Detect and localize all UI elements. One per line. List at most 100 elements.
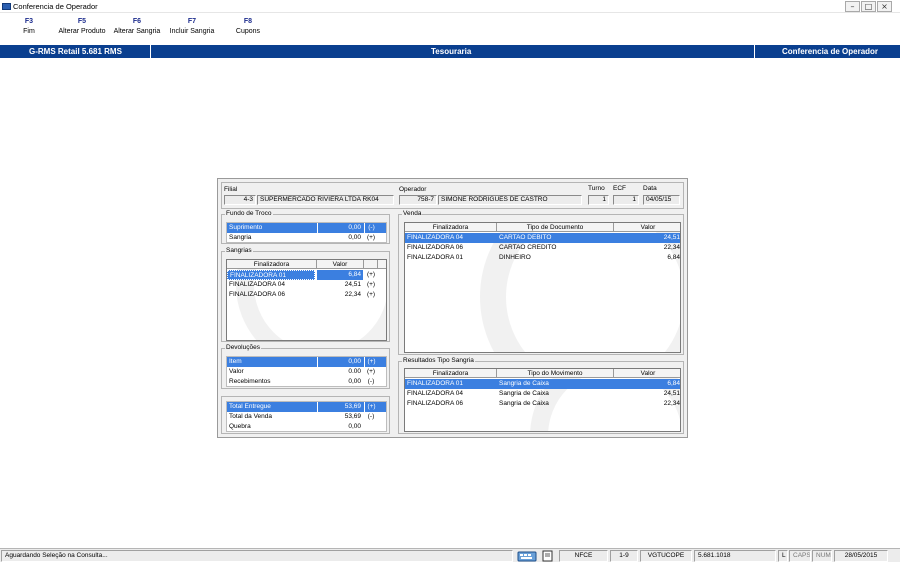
list-item[interactable]: Item 0,00 (+) <box>227 357 386 367</box>
sangrias-group: Sangrias Finalizadora Valor FINALIZADORA… <box>221 247 390 342</box>
cell-finalizadora: FINALIZADORA 04 <box>407 390 463 397</box>
cell-finalizadora: FINALIZADORA 06 <box>407 244 463 251</box>
column-header[interactable] <box>364 260 378 269</box>
list-item[interactable]: Suprimento 0,00 (-) <box>227 223 386 233</box>
row-sign: (-) <box>367 413 375 420</box>
column-header[interactable]: Valor <box>614 223 680 232</box>
document-icon[interactable] <box>541 550 555 562</box>
column-header[interactable]: Tipo do Movimento <box>497 369 614 378</box>
column-header[interactable]: Tipo de Documento <box>497 223 614 232</box>
window-title: Conferencia de Operador <box>13 2 98 11</box>
row-value: 0.00 <box>348 368 361 375</box>
devolucoes-title: Devoluções <box>225 344 261 351</box>
row-label: Total Entregue <box>229 403 271 410</box>
filial-name-field: SUPERMERCADO RIVIERA LTDA RK04 <box>257 195 394 205</box>
row-label: Total da Venda <box>229 413 273 420</box>
resultados-sangria-title: Resultados Tipo Sangria <box>402 357 475 364</box>
cell-tipo-documento: CARTAO CREDITO <box>499 244 557 251</box>
data-label: Data <box>643 185 657 192</box>
fkey-incluir-sangria-button[interactable]: F7 Incluir Sangria <box>167 18 217 35</box>
cell-valor: 24,51 <box>663 390 680 397</box>
totais-list[interactable]: Total Entregue 53,69 (+) Total da Venda … <box>226 401 387 432</box>
fkey-alterar-sangria-button[interactable]: F6 Alterar Sangria <box>112 18 162 35</box>
table-row[interactable]: FINALIZADORA 01 6,84 (+) <box>227 270 386 280</box>
turno-label: Turno <box>588 185 605 192</box>
devolucoes-list[interactable]: Item 0,00 (+) Valor 0.00 (+) Recebimento… <box>226 356 387 387</box>
cell-tipo-movimento: Sangria de Caixa <box>499 400 549 407</box>
column-header[interactable]: Finalizadora <box>227 260 317 269</box>
table-row[interactable]: FINALIZADORA 04 24,51 (+) <box>227 280 386 290</box>
cell-valor: 22,34 <box>663 244 680 251</box>
cell-sign: (+) <box>366 281 376 288</box>
status-bar: Aguardando Seleção na Consulta... NFCE 1… <box>0 548 900 562</box>
maximize-icon[interactable]: □ <box>861 1 876 12</box>
sangrias-table[interactable]: Finalizadora Valor FINALIZADORA 01 6,84 … <box>226 259 387 341</box>
minimize-icon[interactable]: – <box>845 1 860 12</box>
cell-finalizadora: FINALIZADORA 04 <box>407 234 463 241</box>
operador-code-field: 758-7 <box>399 195 437 205</box>
function-key-toolbar: F3 Fim F5 Alterar Produto F6 Alterar San… <box>0 14 900 44</box>
status-l: L <box>778 550 788 562</box>
fkey-code: F7 <box>187 18 197 25</box>
row-value: 53,69 <box>344 413 361 420</box>
keyboard-icon[interactable] <box>517 550 537 562</box>
row-label: Recebimentos <box>229 378 271 385</box>
cell-tipo-movimento: Sangria de Caixa <box>499 390 549 397</box>
column-header[interactable]: Valor <box>317 260 364 269</box>
column-header[interactable]: Finalizadora <box>405 223 497 232</box>
turno-field: 1 <box>588 195 609 205</box>
cell-valor: 6,84 <box>667 380 680 387</box>
fkey-code: F6 <box>132 18 142 25</box>
list-item[interactable]: Total Entregue 53,69 (+) <box>227 402 386 412</box>
cell-finalizadora: FINALIZADORA 01 <box>227 270 315 280</box>
cell-finalizadora: FINALIZADORA 01 <box>407 380 463 387</box>
close-icon[interactable]: × <box>877 1 892 12</box>
list-item[interactable]: Recebimentos 0,00 (-) <box>227 377 386 386</box>
devolucoes-group: Devoluções Item 0,00 (+) Valor 0.00 (+) … <box>221 344 390 389</box>
venda-table[interactable]: Finalizadora Tipo de Documento Valor FIN… <box>404 222 681 353</box>
fundo-troco-list[interactable]: Suprimento 0,00 (-) Sangria 0,00 (+) <box>226 222 387 243</box>
table-row[interactable]: FINALIZADORA 04 Sangria de Caixa 24,51 <box>405 389 680 399</box>
row-label: Sangria <box>229 234 252 241</box>
cell-sign: (+) <box>366 271 376 278</box>
resultados-sangria-group: Resultados Tipo Sangria Finalizadora Tip… <box>398 357 684 434</box>
screen-name: Conferencia de Operador <box>782 47 879 56</box>
header-divider <box>754 45 755 58</box>
fkey-alterar-produto-button[interactable]: F5 Alterar Produto <box>56 18 108 35</box>
resultados-sangria-table[interactable]: Finalizadora Tipo do Movimento Valor FIN… <box>404 368 681 432</box>
table-row[interactable]: FINALIZADORA 04 CARTAO DEBITO 24,51 <box>405 233 680 243</box>
table-row[interactable]: FINALIZADORA 01 Sangria de Caixa 6,84 <box>405 379 680 389</box>
fkey-label: Cupons <box>235 28 261 35</box>
table-row[interactable]: FINALIZADORA 06 22,34 (+) <box>227 290 386 300</box>
row-value: 0,00 <box>348 378 361 385</box>
cell-valor: 6,84 <box>667 254 680 261</box>
fkey-cupons-button[interactable]: F8 Cupons <box>232 18 264 35</box>
table-row[interactable]: FINALIZADORA 06 Sangria de Caixa 22,34 <box>405 399 680 409</box>
column-header[interactable]: Valor <box>614 369 680 378</box>
ecf-label: ECF <box>613 185 626 192</box>
status-version: 5.681.1018 <box>694 550 776 562</box>
list-item[interactable]: Total da Venda 53,69 (-) <box>227 412 386 422</box>
fkey-fim-button[interactable]: F3 Fim <box>18 18 40 35</box>
cell-finalizadora: FINALIZADORA 04 <box>229 281 285 288</box>
list-item[interactable]: Quebra 0,00 <box>227 422 386 431</box>
fkey-code: F5 <box>77 18 87 25</box>
row-label: Suprimento <box>229 224 263 231</box>
status-message: Aguardando Seleção na Consulta... <box>1 550 513 562</box>
table-row[interactable]: FINALIZADORA 01 DINHEIRO 6,84 <box>405 253 680 263</box>
status-num: NUM <box>812 550 832 562</box>
cell-tipo-documento: DINHEIRO <box>499 254 531 261</box>
column-header[interactable]: Finalizadora <box>405 369 497 378</box>
status-loja: 1-9 <box>610 550 638 562</box>
operador-name-field: SIMONE RODRIGUES DE CASTRO <box>438 195 582 205</box>
cell-sign: (+) <box>366 291 376 298</box>
section-name: Tesouraria <box>431 47 472 56</box>
sangrias-title: Sangrias <box>225 247 253 254</box>
list-item[interactable]: Valor 0.00 (+) <box>227 367 386 377</box>
list-item[interactable]: Sangria 0,00 (+) <box>227 233 386 242</box>
status-user: VGTUCOPE <box>640 550 692 562</box>
fkey-label: Alterar Sangria <box>113 28 161 35</box>
row-value: 0,00 <box>348 423 361 430</box>
cell-valor: 6,84 <box>317 270 363 280</box>
table-row[interactable]: FINALIZADORA 06 CARTAO CREDITO 22,34 <box>405 243 680 253</box>
